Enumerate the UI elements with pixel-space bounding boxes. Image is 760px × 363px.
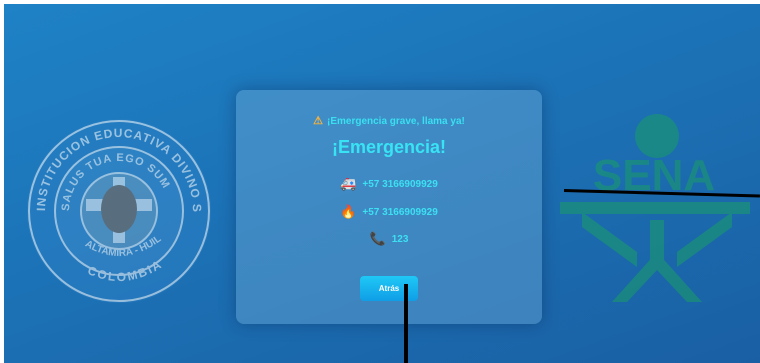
phone-icon: 📞 [369,231,386,246]
emergency-card: ⚠ ¡Emergencia grave, llama ya! ¡Emergenci… [236,90,542,324]
annotation-line [404,284,408,363]
warning-icon: ⚠ [313,115,323,127]
school-seal-logo: INSTITUCION EDUCATIVA DIVINO SALVADOR SA… [26,111,211,303]
phone-number[interactable]: +57 3166909929 [362,207,437,218]
emergency-title: ¡Emergencia! [331,137,447,157]
contact-ambulance[interactable]: 🚑 +57 3166909929 [236,176,542,192]
phone-number[interactable]: 123 [392,234,409,245]
fire-icon: 🔥 [340,204,357,219]
ambulance-icon: 🚑 [340,176,357,191]
contact-phone[interactable]: 📞 123 [236,231,542,247]
phone-number[interactable]: +57 3166909929 [362,179,437,190]
sena-logo: SENA [560,114,750,302]
warning-message: ⚠ ¡Emergencia grave, llama ya! [313,115,465,127]
contact-fire[interactable]: 🔥 +57 3166909929 [236,204,542,220]
back-button[interactable]: Atrás [360,276,418,301]
